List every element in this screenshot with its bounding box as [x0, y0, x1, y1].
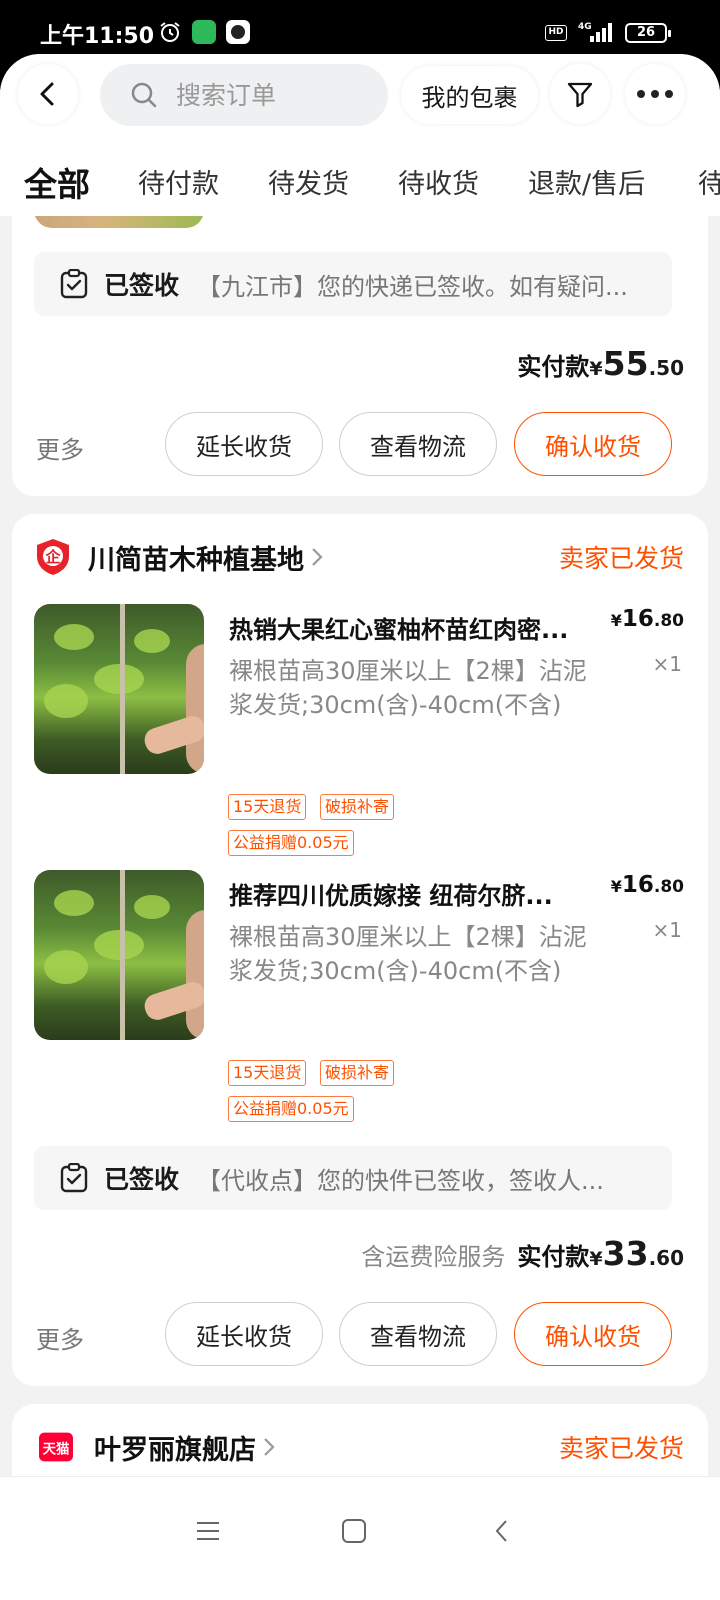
back-icon — [40, 82, 54, 106]
payment-label: 实付款 — [517, 1243, 590, 1271]
payment-summary: 含运费险服务 实付款 ¥ 33 .60 — [361, 1234, 684, 1273]
more-options-button[interactable] — [625, 64, 685, 124]
confirm-receipt-button[interactable]: 确认收货 — [514, 1302, 672, 1366]
price-integer: 16 — [621, 606, 654, 632]
shipping-insurance-note: 含运费险服务 — [361, 1243, 506, 1271]
chevron-right-icon — [312, 548, 323, 566]
tab-refund-aftersale[interactable]: 退款/售后 — [528, 162, 645, 201]
product-title[interactable]: 推荐四川优质嫁接 纽荷尔脐... — [229, 876, 601, 911]
confirm-receipt-button[interactable]: 确认收货 — [514, 412, 672, 476]
tab-all[interactable]: 全部 — [24, 158, 90, 206]
service-tag: 破损补寄 — [320, 1060, 395, 1086]
shop-name: 叶罗丽旗舰店 — [94, 1434, 256, 1466]
filter-button[interactable] — [550, 64, 610, 124]
chevron-right-icon — [264, 1438, 275, 1456]
battery-indicator: 26 — [625, 23, 671, 43]
view-logistics-button[interactable]: 查看物流 — [339, 412, 497, 476]
back-button[interactable] — [18, 64, 78, 124]
product-image[interactable] — [34, 870, 204, 1040]
back-nav-icon — [495, 1520, 507, 1542]
shop-badge-label: 天猫 — [43, 1440, 70, 1457]
payment-amount-decimal: .60 — [648, 1246, 684, 1270]
tracking-message: 【代收点】您的快件已签收，签收人... — [197, 1166, 604, 1195]
search-icon — [131, 82, 157, 108]
menu-nav-icon — [197, 1522, 219, 1540]
product-title[interactable]: 热销大果红心蜜柚杯苗红肉密... — [229, 610, 601, 645]
signal-icon: 4G — [578, 22, 612, 42]
more-actions-link[interactable]: 更多 — [36, 430, 84, 465]
extend-receipt-button[interactable]: 延长收货 — [165, 1302, 323, 1366]
tab-pending-receipt[interactable]: 待收货 — [398, 162, 479, 201]
tab-pending-review[interactable]: 待 — [698, 162, 720, 201]
system-nav-bar — [0, 1476, 720, 1600]
view-logistics-button[interactable]: 查看物流 — [339, 1302, 497, 1366]
menu-nav-button[interactable] — [188, 1511, 228, 1551]
payment-currency: ¥ — [589, 358, 603, 380]
order-status: 卖家已发货 — [558, 544, 684, 573]
shop-header[interactable]: 企 川简苗木种植基地 卖家已发货 — [34, 534, 684, 580]
enterprise-shield-icon: 企 — [37, 539, 69, 575]
price-integer: 16 — [621, 872, 654, 898]
more-actions-link[interactable]: 更多 — [36, 1320, 84, 1355]
my-packages-button[interactable]: 我的包裹 — [401, 66, 538, 124]
more-dots-icon — [637, 90, 673, 98]
payment-summary: 实付款 ¥ 55 .50 — [517, 344, 684, 383]
order-card: 企 川简苗木种植基地 卖家已发货 热销大果红心蜜柚杯苗红肉密... 裸根苗高30… — [12, 514, 708, 1386]
order-search-box[interactable] — [100, 64, 388, 126]
extend-receipt-button[interactable]: 延长收货 — [165, 412, 323, 476]
search-input[interactable] — [176, 80, 376, 110]
service-tag: 15天退货 — [228, 1060, 307, 1086]
tracking-status: 已签收 — [104, 271, 180, 300]
price-decimal: .80 — [653, 877, 684, 897]
product-quantity: ×1 — [652, 918, 682, 942]
tracking-status: 已签收 — [104, 1165, 180, 1194]
product-price: ¥16.80 — [611, 872, 684, 898]
payment-amount-integer: 55 — [602, 344, 649, 383]
home-nav-icon — [342, 1519, 366, 1543]
signed-clipboard-icon — [60, 269, 88, 299]
product-quantity: ×1 — [652, 652, 682, 676]
signed-clipboard-icon — [60, 1163, 88, 1193]
tracking-summary[interactable]: 已签收 【九江市】您的快递已签收。如有疑问... — [34, 252, 672, 316]
service-tag: 公益捐赠0.05元 — [228, 1096, 354, 1122]
product-image[interactable] — [34, 604, 204, 774]
service-tag: 公益捐赠0.05元 — [228, 830, 354, 856]
app-notification-icon-2 — [226, 20, 250, 44]
product-price: ¥16.80 — [611, 606, 684, 632]
order-item[interactable]: 热销大果红心蜜柚杯苗红肉密... 裸根苗高30厘米以上【2棵】沾泥浆发货;30c… — [34, 604, 684, 864]
tracking-message: 【九江市】您的快递已签收。如有疑问... — [197, 272, 628, 301]
price-currency: ¥ — [610, 877, 622, 896]
order-status: 卖家已发货 — [558, 1434, 684, 1463]
shop-name: 川简苗木种植基地 — [88, 544, 304, 576]
payment-amount-decimal: .50 — [648, 356, 684, 380]
status-time: 上午11:50 — [40, 24, 155, 49]
payment-label: 实付款 — [517, 353, 590, 381]
hd-badge: HD — [545, 25, 567, 41]
tab-pending-shipment[interactable]: 待发货 — [268, 162, 349, 201]
orders-page: 我的包裹 全部 待付款 待发货 待收货 退款/售后 待 已签收 【九江市】您的快… — [0, 54, 720, 1600]
service-tag: 破损补寄 — [320, 794, 395, 820]
filter-icon — [567, 82, 593, 108]
product-sku: 裸根苗高30厘米以上【2棵】沾泥浆发货;30cm(含)-40cm(不含) — [229, 657, 587, 719]
shop-header[interactable]: 天猫 叶罗丽旗舰店 卖家已发货 — [34, 1424, 684, 1470]
service-tag: 15天退货 — [228, 794, 307, 820]
alarm-icon — [160, 22, 180, 42]
back-nav-button[interactable] — [482, 1511, 522, 1551]
status-bar: 上午11:50 HD 4G 26 — [0, 0, 720, 54]
order-item[interactable]: 推荐四川优质嫁接 纽荷尔脐... 裸根苗高30厘米以上【2棵】沾泥浆发货;30c… — [34, 870, 684, 1130]
tmall-logo-icon: 天猫 — [39, 1432, 73, 1462]
payment-amount-integer: 33 — [602, 1234, 649, 1273]
tab-pending-payment[interactable]: 待付款 — [138, 162, 219, 201]
network-label: 4G — [578, 22, 592, 32]
product-sku: 裸根苗高30厘米以上【2棵】沾泥浆发货;30cm(含)-40cm(不含) — [229, 923, 587, 985]
app-notification-icon — [192, 20, 216, 44]
payment-currency: ¥ — [589, 1248, 603, 1270]
tracking-summary[interactable]: 已签收 【代收点】您的快件已签收，签收人... — [34, 1146, 672, 1210]
price-decimal: .80 — [653, 611, 684, 631]
shop-badge-label: 企 — [44, 548, 61, 566]
page-header: 我的包裹 全部 待付款 待发货 待收货 退款/售后 待 — [0, 54, 720, 216]
price-currency: ¥ — [610, 611, 622, 630]
home-nav-button[interactable] — [334, 1511, 374, 1551]
